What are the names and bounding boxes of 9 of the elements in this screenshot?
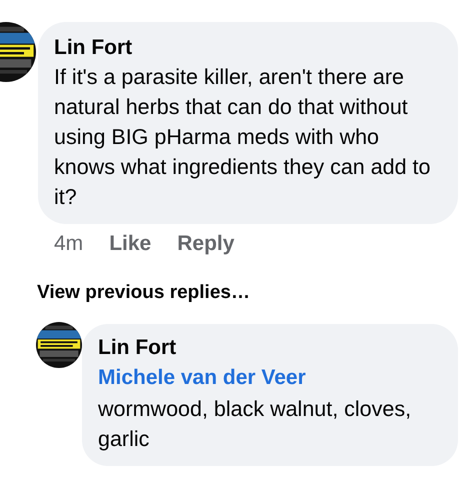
reply-text: wormwood, black walnut, cloves, garlic [98, 396, 412, 453]
timestamp: 4m [54, 232, 84, 256]
action-link[interactable]: Reply [177, 232, 234, 256]
comment-text: If it's a parasite killer, aren't there are natural herbs that can do that without using BIG pHarma meds with who knows what ingredients they can add to it? [54, 64, 432, 211]
action-link[interactable]: Like [109, 232, 152, 256]
author-name[interactable]: Lin Fort [54, 34, 442, 62]
author-name[interactable]: Lin Fort [98, 334, 442, 362]
mention-link[interactable]: Michele van der Veer [98, 362, 442, 394]
view-previous-replies-link[interactable]: View previous replies… [0, 256, 476, 308]
